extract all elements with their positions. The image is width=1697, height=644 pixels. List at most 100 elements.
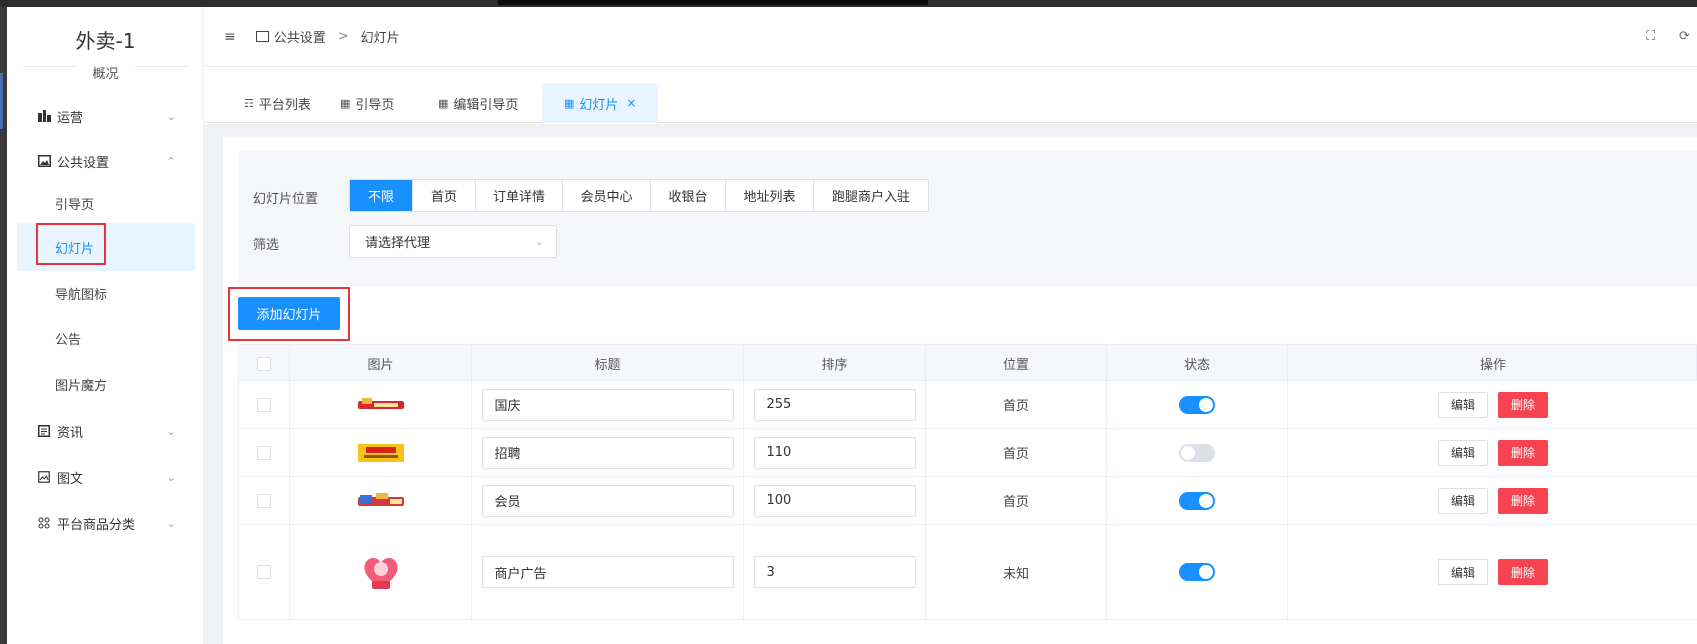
grid-icon: ▦ [340,96,351,110]
sidebar-menu-label: 运营 [57,110,84,126]
left-edge-marker [0,73,3,129]
content-card: 幻灯片位置 不限 首页 订单详情 会员中心 收银台 地址列表 跑腿商户入驻 筛选… [223,137,1697,644]
row-title-cell: 会员 [472,477,744,524]
sidebar-menu-label: 平台商品分类 [57,517,136,533]
table-row: 招聘 110 首页 编辑 删除 [238,429,1697,477]
tab-edit-guide[interactable]: ▦ 编辑引导页 [438,83,518,123]
sort-input[interactable]: 110 [753,436,916,469]
close-icon[interactable]: × [626,96,636,110]
fullscreen-icon[interactable]: ⛶ [1646,29,1655,44]
row-image-cell [290,525,472,619]
chevron-down-icon: ⌄ [166,470,176,484]
refresh-icon[interactable]: ⟳ [1679,29,1690,44]
chevron-up-icon: ⌃ [166,154,176,168]
sidebar-item-guide[interactable]: 引导页 [17,179,195,227]
row-checkbox[interactable] [257,397,271,412]
heart-poster-thumbnail [363,557,398,589]
sidebar-menu-goods-category[interactable]: 平台商品分类 ⌄ [7,503,204,543]
window-topbar-shadow [498,0,928,5]
edit-button[interactable]: 编辑 [1438,559,1488,585]
tab-label: 编辑引导页 [453,97,519,113]
position-option-any[interactable]: 不限 [350,180,413,211]
row-actions: 编辑 删除 [1288,429,1697,476]
row-select [239,525,290,619]
tab-slides[interactable]: ▦ 幻灯片 × [542,83,659,123]
sidebar-menu-label: 资讯 [57,425,84,441]
sidebar-menu-label: 公共设置 [57,155,110,171]
sidebar-menu-operation[interactable]: 运营 ⌄ [7,96,204,136]
header-select-all [239,345,290,382]
status-toggle[interactable] [1179,395,1215,414]
sidebar-menu-news[interactable]: 资讯 ⌄ [7,411,204,451]
sidebar-item-nav-icons[interactable]: 导航图标 [17,269,195,317]
position-option-home[interactable]: 首页 [413,180,476,211]
sidebar: 外卖-1 概况 运营 ⌄ 公共设置 ⌃ 引导页 幻灯片 导航图标 公告 图片魔方… [7,7,204,644]
news-icon [37,424,51,438]
chart-bar-icon [37,109,51,123]
agent-select[interactable]: 请选择代理 ⌄ [349,225,557,258]
row-title-cell: 国庆 [472,381,744,428]
edit-button[interactable]: 编辑 [1438,439,1488,466]
overview-link[interactable]: 概况 [7,63,204,82]
sidebar-menu-picture-text[interactable]: 图文 ⌄ [7,457,204,497]
position-option-cashier[interactable]: 收银台 [651,180,726,211]
position-option-address-list[interactable]: 地址列表 [726,180,814,211]
grid-icon [37,516,51,530]
header-bar: ≡ 公共设置 > 幻灯片 ⛶ ⟳ [204,7,1697,67]
title-input[interactable]: 商户广告 [481,556,734,588]
delete-button[interactable]: 删除 [1498,487,1548,514]
row-position: 首页 [926,381,1107,428]
chevron-down-icon: ⌄ [166,424,176,438]
tab-label: 幻灯片 [579,97,619,113]
col-title: 标题 [472,345,744,382]
delete-button[interactable]: 删除 [1498,391,1548,418]
content-area: 幻灯片位置 不限 首页 订单详情 会员中心 收银台 地址列表 跑腿商户入驻 筛选… [204,124,1697,644]
sort-input[interactable]: 255 [753,388,916,421]
row-checkbox[interactable] [257,445,271,460]
status-toggle[interactable] [1179,563,1215,581]
title-input[interactable]: 会员 [481,484,734,517]
position-option-order-detail[interactable]: 订单详情 [476,180,563,211]
col-sort: 排序 [744,345,926,382]
row-image-cell [290,477,472,524]
brand-title: 外卖-1 [75,29,136,53]
sort-input[interactable]: 3 [753,556,916,588]
position-option-member-center[interactable]: 会员中心 [563,180,651,211]
row-title-cell: 商户广告 [472,525,744,619]
chevron-down-icon: ⌄ [534,235,544,248]
window-topbar [0,0,1697,7]
tab-bar: ☶ 平台列表 ▦ 引导页 ▦ 编辑引导页 ▦ 幻灯片 × [204,67,1697,123]
sidebar-item-picture-cube[interactable]: 图片魔方 [17,360,195,408]
list-icon: ☶ [244,96,254,110]
delete-button[interactable]: 删除 [1498,559,1548,585]
row-checkbox[interactable] [257,493,271,508]
window-left-edge [0,7,7,644]
delete-button[interactable]: 删除 [1498,439,1548,466]
table-row: 会员 100 首页 编辑 删除 [238,477,1697,525]
sort-input[interactable]: 100 [753,484,916,517]
select-all-checkbox[interactable] [257,356,271,371]
app-root: 外卖-1 概况 运营 ⌄ 公共设置 ⌃ 引导页 幻灯片 导航图标 公告 图片魔方… [7,7,1697,644]
sidebar-menu-public-settings[interactable]: 公共设置 ⌃ [7,141,204,181]
row-select [239,477,290,524]
tab-guide[interactable]: ▦ 引导页 [340,83,394,123]
edit-button[interactable]: 编辑 [1438,391,1488,418]
col-image: 图片 [290,345,472,382]
status-toggle[interactable] [1179,491,1215,510]
edit-button[interactable]: 编辑 [1438,487,1488,514]
highlight-box-sidebar [36,223,106,265]
row-position: 首页 [926,477,1107,524]
position-option-errand-merchant[interactable]: 跑腿商户入驻 [814,180,928,211]
sidebar-item-notice[interactable]: 公告 [17,314,195,362]
grid-icon: ▦ [438,96,449,110]
title-input[interactable]: 国庆 [481,388,734,421]
table-header: 图片 标题 排序 位置 状态 操作 [238,344,1697,382]
title-input[interactable]: 招聘 [481,436,734,469]
menu-fold-icon[interactable]: ≡ [224,29,236,45]
row-sort-cell: 110 [744,429,926,476]
row-checkbox[interactable] [257,565,271,579]
filter-panel: 幻灯片位置 不限 首页 订单详情 会员中心 收银台 地址列表 跑腿商户入驻 筛选… [238,151,1697,286]
tab-platform-list[interactable]: ☶ 平台列表 [244,83,311,123]
breadcrumb-item[interactable]: 公共设置 [274,27,326,46]
status-toggle[interactable] [1179,443,1215,462]
